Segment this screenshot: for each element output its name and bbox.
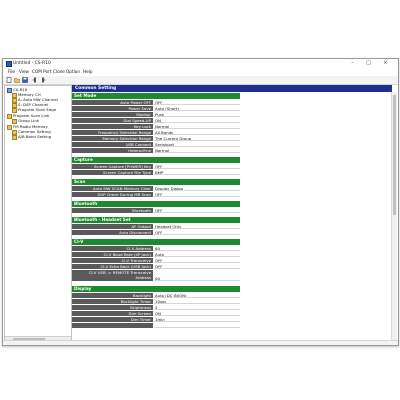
setting-label: Dim Screen [72, 311, 153, 316]
menu-view[interactable]: View [19, 69, 29, 75]
setting-value[interactable]: The Current Group [154, 136, 240, 141]
section-header: Set Mode [72, 93, 240, 99]
app-icon [6, 61, 12, 67]
tree-item-ab-band-setting[interactable]: A/B Band Setting [18, 134, 51, 139]
setting-label: CI-V Transceive [72, 258, 153, 263]
settings-panel: Common Setting Set Mode Auto Power OFF O… [72, 85, 397, 341]
setting-value[interactable]: Normal [154, 148, 240, 153]
setting-label: Dial Speed-UP [72, 118, 153, 123]
menu-com-port[interactable]: COM Port [32, 69, 51, 75]
setting-value[interactable]: Headset Only [154, 224, 240, 229]
section-header: CI-V [72, 239, 240, 245]
read-from-radio-icon[interactable] [32, 77, 38, 83]
tree-item-program-scan-edge[interactable]: Program Scan Edge [18, 107, 56, 112]
minimize-button[interactable]: – [346, 59, 359, 68]
setting-value[interactable]: Auto [154, 252, 240, 257]
setting-value[interactable]: 10sec [154, 299, 240, 304]
setting-value[interactable]: ON [154, 311, 240, 316]
setting-label: Bluetooth [72, 208, 153, 213]
setting-label: DVP Check During MR Scan [72, 192, 153, 197]
setting-label [72, 323, 153, 328]
menu-bar: File View COM Port Clone Option Help [3, 69, 398, 75]
panel-header: Common Setting [72, 85, 392, 92]
setting-value[interactable]: Display Dialog [154, 186, 240, 191]
setting-label: Backlight Timer [72, 299, 153, 304]
section-header: Scan [72, 179, 240, 185]
setting-value[interactable]: OFF [154, 264, 240, 269]
setting-label: Brightness [72, 305, 153, 310]
tree-item-group-link[interactable]: Group Link [18, 118, 39, 123]
section-header: Capture [72, 157, 240, 163]
setting-label: CI-V Echo Back (USB Jack) [72, 264, 153, 269]
setting-label: Frequency Selection Range [72, 130, 153, 135]
setting-label: USB Connect [72, 142, 153, 147]
setting-value[interactable]: 00 [154, 276, 240, 281]
setting-value[interactable]: OFF [154, 208, 240, 213]
toolbar [3, 76, 398, 85]
setting-label: CI-V USB -> REMOTE Transceive Address [72, 270, 153, 281]
section-header: Display [72, 286, 240, 292]
setting-value[interactable]: OFF [154, 164, 240, 169]
section-header: Bluetooth [72, 201, 240, 207]
setting-label: Auto MW SCAN Memory Clear [72, 186, 153, 191]
menu-file[interactable]: File [8, 69, 15, 75]
open-icon[interactable] [14, 77, 20, 83]
setting-label: CI-V Address [72, 246, 153, 251]
setting-value[interactable]: OFF [154, 100, 240, 105]
setting-label: AF Output [72, 224, 153, 229]
maximize-button[interactable]: □ [362, 59, 375, 68]
menu-clone[interactable]: Clone [53, 69, 65, 75]
setting-value[interactable] [154, 323, 240, 328]
setting-value[interactable]: Normal [154, 124, 240, 129]
section-header: Bluetooth - Headset Set [72, 217, 240, 223]
setting-value[interactable]: 80 [154, 246, 240, 251]
setting-label: Backlight [72, 293, 153, 298]
setting-value[interactable]: All Bands [154, 130, 240, 135]
close-button[interactable]: × [379, 59, 392, 68]
setting-label: HeterodYne [72, 148, 153, 153]
setting-label: Monitor [72, 112, 153, 117]
menu-option[interactable]: Option [66, 69, 80, 75]
setting-label: CI-V Baud Rate (SP Jack) [72, 252, 153, 257]
setting-label: Key Lock [72, 124, 153, 129]
setting-value[interactable]: Auto (DC IN/ON) [154, 293, 240, 298]
setting-value[interactable]: 1min [154, 317, 240, 322]
setting-value[interactable]: Push [154, 112, 240, 117]
setting-label: Auto Disconnect [72, 230, 153, 235]
save-icon[interactable] [22, 77, 28, 83]
menu-help[interactable]: Help [83, 69, 93, 75]
window-title: Untitled - CS-R10 [13, 61, 51, 66]
setting-label: Screen Capture File Type [72, 170, 153, 175]
setting-value[interactable]: OFF [154, 230, 240, 235]
setting-value[interactable]: Auto (Short) [154, 106, 240, 111]
setting-label: Power Save [72, 106, 153, 111]
setting-value[interactable]: BMP [154, 170, 240, 175]
setting-label: Dim Timer [72, 317, 153, 322]
title-bar[interactable]: Untitled - CS-R10 – □ × [3, 59, 398, 68]
setting-value[interactable]: ON [154, 118, 240, 123]
folder-icon [12, 135, 17, 140]
scrollbar-thumb[interactable] [393, 95, 396, 215]
setting-label: Auto Power OFF [72, 100, 153, 105]
setting-value[interactable]: OFF [154, 192, 240, 197]
navigation-tree: CS-R10 Memory CH A: Auto MW Channel S: D… [4, 85, 72, 343]
setting-value[interactable]: Serialport [154, 142, 240, 147]
status-bar [3, 340, 398, 345]
app-window: Untitled - CS-R10 – □ × File View COM Po… [2, 58, 399, 346]
new-icon[interactable] [6, 77, 12, 83]
vertical-scrollbar[interactable] [391, 92, 397, 341]
setting-label: Memory Selection Range [72, 136, 153, 141]
setting-value[interactable]: 5 [154, 305, 240, 310]
write-to-radio-icon[interactable] [40, 77, 46, 83]
setting-value[interactable]: OFF [154, 258, 240, 263]
setting-label: Screen Capture [POWER] Key [72, 164, 153, 169]
